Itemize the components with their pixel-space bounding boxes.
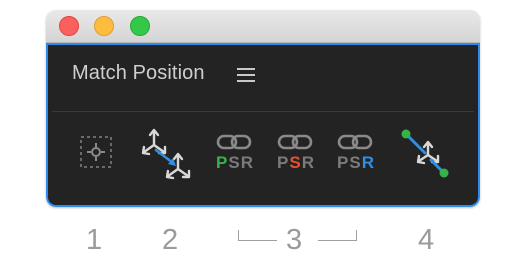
bracket-right bbox=[318, 230, 357, 241]
panel-window: Match Position PSR PSR PSR bbox=[46, 10, 480, 207]
psr-s: S bbox=[289, 153, 302, 172]
anchor-point-icon bbox=[80, 136, 112, 168]
hamburger-menu-icon[interactable] bbox=[237, 68, 255, 82]
panel-header: Match Position bbox=[48, 45, 478, 112]
connect-points-icon bbox=[401, 129, 449, 178]
close-window-button[interactable] bbox=[59, 16, 79, 36]
minimize-window-button[interactable] bbox=[94, 16, 114, 36]
psr-label: PSR bbox=[216, 153, 254, 173]
psr-label: PSR bbox=[277, 153, 315, 173]
maximize-window-button[interactable] bbox=[130, 16, 150, 36]
match-position-panel: Match Position PSR PSR PSR bbox=[46, 43, 480, 207]
bracket-left bbox=[238, 230, 277, 241]
psr-r: R bbox=[301, 153, 315, 172]
panel-title: Match Position bbox=[72, 62, 205, 84]
match-position-psr-button[interactable]: PSR bbox=[216, 133, 258, 175]
psr-label: PSR bbox=[337, 153, 375, 173]
psr-p: P bbox=[337, 153, 350, 172]
chain-link-icon bbox=[216, 134, 252, 150]
chain-link-icon bbox=[277, 134, 313, 150]
label-2: 2 bbox=[162, 224, 179, 256]
match-rotation-psr-button[interactable]: PSR bbox=[337, 133, 379, 175]
label-1: 1 bbox=[86, 224, 103, 256]
psr-r: R bbox=[240, 153, 254, 172]
move-transform-icon bbox=[141, 128, 191, 180]
anchor-point-tool-button[interactable] bbox=[78, 134, 114, 170]
match-scale-psr-button[interactable]: PSR bbox=[277, 133, 319, 175]
label-3: 3 bbox=[286, 224, 303, 256]
label-4: 4 bbox=[418, 224, 435, 256]
align-between-tool-button[interactable] bbox=[398, 127, 450, 179]
psr-r: R bbox=[361, 153, 375, 172]
panel-divider bbox=[52, 111, 474, 112]
psr-p: P bbox=[277, 153, 290, 172]
move-to-target-tool-button[interactable] bbox=[138, 125, 196, 183]
step-labels: 1 2 3 4 bbox=[0, 220, 526, 260]
window-titlebar[interactable] bbox=[46, 10, 480, 43]
chain-link-icon bbox=[337, 134, 373, 150]
page: Match Position PSR PSR PSR 1 2 3 4 bbox=[0, 0, 526, 274]
psr-p: P bbox=[216, 153, 229, 172]
psr-s: S bbox=[349, 153, 362, 172]
psr-s: S bbox=[228, 153, 241, 172]
